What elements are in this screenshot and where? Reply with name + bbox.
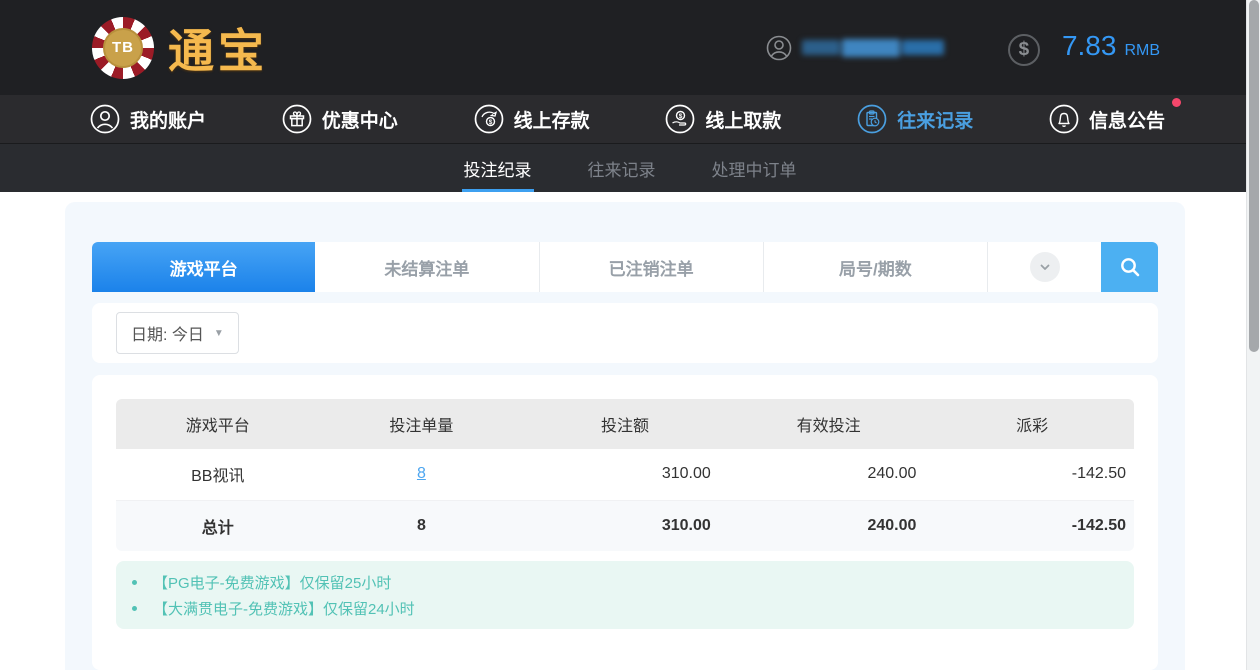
- tab-round-number[interactable]: 局号/期数: [763, 242, 988, 292]
- cell-total-count: 8: [416, 516, 426, 534]
- main-nav: 我的账户 优惠中心 $ 线上存款 $ 线上取款 往来记录 信息公告: [0, 95, 1260, 144]
- nav-item-my-account[interactable]: 我的账户: [90, 104, 206, 134]
- tab-dropdown-toggle[interactable]: [988, 242, 1101, 292]
- cell-total-valid: 240.00: [867, 516, 917, 534]
- poker-chip-logo-icon: TB: [92, 16, 154, 79]
- top-header: TB 通宝 $ 7.83 RMB: [0, 0, 1260, 95]
- bullet-icon: [132, 605, 137, 611]
- subnav-tab-bet-records[interactable]: 投注纪录: [461, 147, 534, 192]
- filter-card: 日期: 今日 ▼: [92, 303, 1158, 363]
- nav-label: 线上取款: [705, 110, 782, 132]
- nav-item-promotions[interactable]: 优惠中心: [282, 104, 398, 134]
- note-item: 【大满贯电子-免费游戏】仅保留24小时: [116, 595, 1134, 621]
- caret-down-icon: ▼: [213, 327, 224, 339]
- cell-payout: -142.50: [1071, 465, 1126, 483]
- note-item: 【PG电子-免费游戏】仅保留25小时: [116, 569, 1134, 595]
- vertical-scrollbar[interactable]: [1246, 0, 1260, 670]
- subnav-tab-pending-orders[interactable]: 处理中订单: [710, 147, 799, 192]
- table-row: BB视讯 8 310.00 240.00 -142.50: [116, 449, 1134, 500]
- column-header-valid-bet: 有效投注: [796, 418, 861, 435]
- chevron-down-icon: [1029, 252, 1060, 282]
- table-header-row: 游戏平台 投注单量 投注额 有效投注 派彩: [116, 399, 1134, 449]
- username-redacted: [801, 38, 944, 57]
- cell-bet-amount: 310.00: [661, 465, 711, 483]
- records-icon: [857, 104, 887, 134]
- user-account[interactable]: [766, 35, 944, 61]
- logo-badge: TB: [103, 27, 143, 68]
- balance-currency: RMB: [1124, 41, 1160, 59]
- nav-label: 优惠中心: [321, 110, 398, 132]
- column-header-bet-amount: 投注额: [600, 418, 649, 435]
- column-header-payout: 派彩: [1016, 418, 1049, 435]
- cell-platform: BB视讯: [191, 468, 245, 486]
- user-avatar-icon: [766, 35, 792, 60]
- column-header-bet-count: 投注单量: [389, 418, 454, 435]
- scrollbar-thumb[interactable]: [1249, 0, 1259, 352]
- search-icon: [1120, 258, 1139, 277]
- user-icon: [90, 104, 120, 134]
- tab-game-platform[interactable]: 游戏平台: [92, 242, 316, 292]
- cell-bet-count: 8: [320, 449, 524, 500]
- search-button[interactable]: [1101, 242, 1158, 292]
- nav-item-announcements[interactable]: 信息公告: [1049, 98, 1181, 134]
- cell-total-amount: 310.00: [661, 516, 711, 534]
- table-total-row: 总计 8 310.00 240.00 -142.50: [116, 500, 1134, 551]
- retention-notes: 【PG电子-免费游戏】仅保留25小时 【大满贯电子-免费游戏】仅保留24小时: [116, 561, 1134, 629]
- nav-label: 线上存款: [513, 110, 590, 132]
- bet-summary-table: 游戏平台 投注单量 投注额 有效投注 派彩 BB视讯 8 310.00 240.…: [116, 399, 1134, 551]
- query-tabs: 游戏平台 未结算注单 已注销注单 局号/期数: [92, 242, 1158, 292]
- bell-icon: [1049, 104, 1079, 134]
- bet-count-link[interactable]: 8: [417, 465, 426, 482]
- results-card: 游戏平台 投注单量 投注额 有效投注 派彩 BB视讯 8 310.00 240.…: [92, 375, 1158, 670]
- nav-item-deposit[interactable]: $ 线上存款: [474, 104, 590, 134]
- note-text: 【PG电子-免费游戏】仅保留25小时: [153, 574, 392, 592]
- bullet-icon: [132, 579, 137, 585]
- nav-item-withdraw[interactable]: $ 线上取款: [665, 104, 781, 134]
- note-text: 【大满贯电子-免费游戏】仅保留24小时: [153, 600, 415, 618]
- wallet-balance[interactable]: $ 7.83 RMB: [1007, 29, 1160, 66]
- balance-amount: 7.83: [1061, 29, 1117, 61]
- brand-name: 通宝: [168, 24, 268, 77]
- notification-dot: [1172, 98, 1181, 107]
- record-type-tabs: 投注纪录 往来记录 处理中订单: [0, 144, 1260, 192]
- svg-text:$: $: [679, 113, 683, 120]
- cell-valid-bet: 240.00: [867, 465, 917, 483]
- nav-item-transaction-records[interactable]: 往来记录: [857, 104, 973, 134]
- nav-label: 往来记录: [897, 110, 974, 132]
- main-content: 游戏平台 未结算注单 已注销注单 局号/期数 日期: 今日 ▼ 游戏平台 投注单…: [0, 192, 1260, 670]
- withdraw-icon: $: [666, 104, 695, 134]
- svg-text:$: $: [488, 119, 492, 126]
- subnav-tab-transaction-records[interactable]: 往来记录: [586, 147, 658, 192]
- dollar-coin-icon: $: [1007, 33, 1040, 66]
- gift-icon: [282, 104, 312, 134]
- nav-label: 信息公告: [1088, 110, 1165, 132]
- date-filter-dropdown[interactable]: 日期: 今日 ▼: [116, 312, 239, 354]
- cell-total-payout: -142.50: [1071, 516, 1126, 534]
- column-header-platform: 游戏平台: [185, 418, 250, 435]
- tab-cancelled-bets[interactable]: 已注销注单: [539, 242, 764, 292]
- cell-total-label: 总计: [201, 519, 234, 537]
- tab-unsettled-bets[interactable]: 未结算注单: [315, 242, 540, 292]
- brand-logo[interactable]: TB 通宝: [92, 15, 268, 81]
- nav-label: 我的账户: [130, 110, 207, 132]
- content-panel: 游戏平台 未结算注单 已注销注单 局号/期数 日期: 今日 ▼ 游戏平台 投注单…: [65, 202, 1185, 670]
- deposit-icon: $: [474, 104, 503, 134]
- date-filter-label: 日期: 今日: [131, 327, 204, 344]
